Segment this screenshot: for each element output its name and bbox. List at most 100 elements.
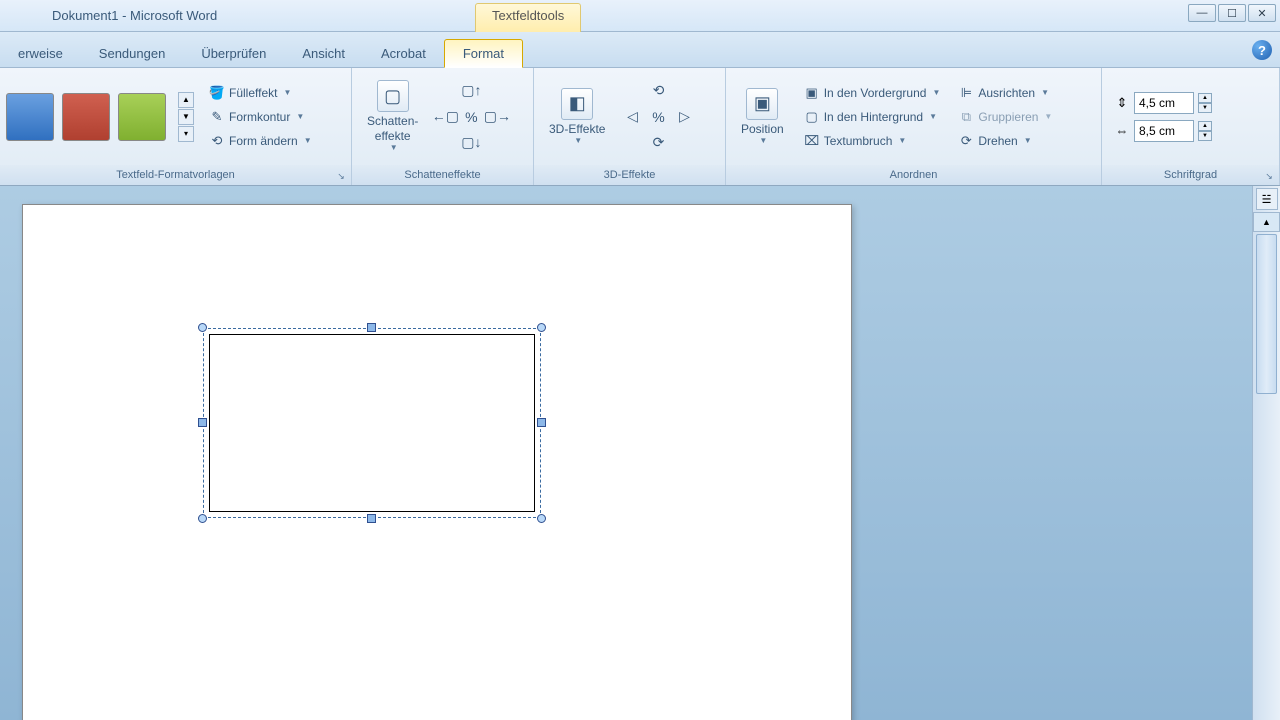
shadow-label: Schatten- effekte	[367, 114, 418, 143]
tab-sendungen[interactable]: Sendungen	[81, 40, 184, 67]
position-icon: ▣	[746, 88, 778, 120]
gallery-more[interactable]: ▾	[178, 126, 194, 142]
3d-tilt-right[interactable]: ▷	[672, 105, 696, 129]
tab-verweise[interactable]: erweise	[0, 40, 81, 67]
group-3d: ◧ 3D-Effekte ▼ ⟲ ◁ % ▷ ⟳ 3D-Effekte	[534, 68, 726, 185]
align-button[interactable]: ⊫ Ausrichten ▼	[951, 82, 1059, 104]
3d-tilt-left[interactable]: ◁	[620, 105, 644, 129]
change-shape-button[interactable]: ⟲ Form ändern ▼	[202, 130, 319, 152]
3d-effects-button[interactable]: ◧ 3D-Effekte ▼	[540, 83, 614, 151]
chevron-down-icon: ▼	[1041, 88, 1049, 97]
pencil-icon: ✎	[209, 109, 225, 125]
resize-handle-l[interactable]	[198, 418, 207, 427]
group-icon: ⧉	[958, 109, 974, 125]
chevron-down-icon: ▼	[574, 136, 582, 146]
shape-change-icon: ⟲	[209, 133, 225, 149]
rotate-icon: ⟳	[958, 133, 974, 149]
paint-bucket-icon: 🪣	[209, 85, 225, 101]
vertical-scrollbar[interactable]: ☱ ▲	[1252, 186, 1280, 720]
chevron-down-icon: ▼	[1044, 112, 1052, 121]
selected-textbox[interactable]	[203, 328, 541, 518]
bring-to-front-button[interactable]: ▣ In den Vordergrund ▼	[797, 82, 948, 104]
cube-icon: ◧	[561, 88, 593, 120]
3d-tilt-up[interactable]: ⟲	[646, 79, 670, 103]
chevron-down-icon: ▼	[296, 112, 304, 121]
title-bar: Dokument1 - Microsoft Word Textfeldtools…	[0, 0, 1280, 32]
wrap-label: Textumbruch	[824, 134, 893, 148]
fill-label: Fülleffekt	[229, 86, 277, 100]
scroll-thumb[interactable]	[1256, 234, 1277, 394]
chevron-down-icon: ▼	[283, 88, 291, 97]
width-spin-down[interactable]: ▼	[1198, 131, 1212, 141]
3d-toggle[interactable]: %	[646, 105, 670, 129]
send-to-back-button[interactable]: ▢ In den Hintergrund ▼	[797, 106, 948, 128]
shadow-toggle[interactable]: %	[459, 105, 483, 129]
maximize-button[interactable]: ☐	[1218, 4, 1246, 22]
rotate-button[interactable]: ⟳ Drehen ▼	[951, 130, 1059, 152]
height-input[interactable]	[1134, 92, 1194, 114]
outline-label: Formkontur	[229, 110, 290, 124]
width-input[interactable]	[1134, 120, 1194, 142]
rotate-label: Drehen	[978, 134, 1017, 148]
chevron-down-icon: ▼	[932, 88, 940, 97]
close-button[interactable]: ✕	[1248, 4, 1276, 22]
width-spin-up[interactable]: ▲	[1198, 121, 1212, 131]
scroll-up-button[interactable]: ▲	[1253, 212, 1280, 232]
change-shape-label: Form ändern	[229, 134, 298, 148]
send-back-icon: ▢	[804, 109, 820, 125]
resize-handle-bl[interactable]	[198, 514, 207, 523]
style-swatch-blue[interactable]	[6, 93, 54, 141]
resize-handle-b[interactable]	[367, 514, 376, 523]
dialog-launcher-size[interactable]: ↘	[1262, 169, 1276, 183]
align-icon: ⊫	[958, 85, 974, 101]
3d-label: 3D-Effekte	[549, 122, 605, 136]
shadow-nudge-up[interactable]: ▢↑	[459, 79, 483, 103]
3d-tilt-down[interactable]: ⟳	[646, 131, 670, 155]
chevron-down-icon: ▼	[304, 136, 312, 145]
group-button[interactable]: ⧉ Gruppieren ▼	[951, 106, 1059, 128]
align-label: Ausrichten	[978, 86, 1035, 100]
ribbon-tabs: erweise Sendungen Überprüfen Ansicht Acr…	[0, 32, 1280, 68]
style-swatch-green[interactable]	[118, 93, 166, 141]
resize-handle-br[interactable]	[537, 514, 546, 523]
height-spin-up[interactable]: ▲	[1198, 93, 1212, 103]
help-icon[interactable]: ?	[1252, 40, 1272, 60]
shadow-effects-button[interactable]: ▢ Schatten- effekte ▼	[358, 75, 427, 157]
dialog-launcher-styles[interactable]: ↘	[334, 169, 348, 183]
group-label-3d: 3D-Effekte	[604, 169, 656, 181]
gallery-scroll-up[interactable]: ▲	[178, 92, 194, 108]
position-button[interactable]: ▣ Position ▼	[732, 83, 793, 151]
shadow-nudge-right[interactable]: ▢→	[485, 105, 509, 129]
style-gallery[interactable]: ▲ ▼ ▾	[6, 92, 194, 142]
group-arrange: ▣ Position ▼ ▣ In den Vordergrund ▼ ▢ In…	[726, 68, 1102, 185]
tab-format[interactable]: Format	[444, 39, 523, 68]
gallery-scroll-down[interactable]: ▼	[178, 109, 194, 125]
resize-handle-r[interactable]	[537, 418, 546, 427]
back-label: In den Hintergrund	[824, 110, 923, 124]
ribbon: ▲ ▼ ▾ 🪣 Fülleffekt ▼ ✎ Formkontur ▼ ⟲	[0, 68, 1280, 186]
textbox-content[interactable]	[209, 334, 535, 512]
tab-ueberpruefen[interactable]: Überprüfen	[183, 40, 284, 67]
text-wrap-button[interactable]: ⌧ Textumbruch ▼	[797, 130, 948, 152]
chevron-down-icon: ▼	[390, 143, 398, 153]
page[interactable]	[22, 204, 852, 720]
height-spin-down[interactable]: ▼	[1198, 103, 1212, 113]
document-area[interactable]	[0, 186, 1252, 720]
group-size: ⇕ ▲ ▼ ⇔ ▲ ▼ Schriftgrad	[1102, 68, 1280, 185]
resize-handle-tr[interactable]	[537, 323, 546, 332]
group-label-arrange: Anordnen	[890, 169, 938, 181]
tab-acrobat[interactable]: Acrobat	[363, 40, 444, 67]
tab-ansicht[interactable]: Ansicht	[284, 40, 363, 67]
minimize-button[interactable]: —	[1188, 4, 1216, 22]
shadow-nudge-left[interactable]: ←▢	[433, 105, 457, 129]
bring-front-icon: ▣	[804, 85, 820, 101]
ruler-toggle-icon[interactable]: ☱	[1256, 188, 1278, 210]
shadow-nudge-down[interactable]: ▢↓	[459, 131, 483, 155]
group-label-shadow: Schatteneffekte	[404, 169, 480, 181]
resize-handle-t[interactable]	[367, 323, 376, 332]
shape-outline-button[interactable]: ✎ Formkontur ▼	[202, 106, 319, 128]
style-swatch-red[interactable]	[62, 93, 110, 141]
text-wrap-icon: ⌧	[804, 133, 820, 149]
fill-effect-button[interactable]: 🪣 Fülleffekt ▼	[202, 82, 319, 104]
resize-handle-tl[interactable]	[198, 323, 207, 332]
